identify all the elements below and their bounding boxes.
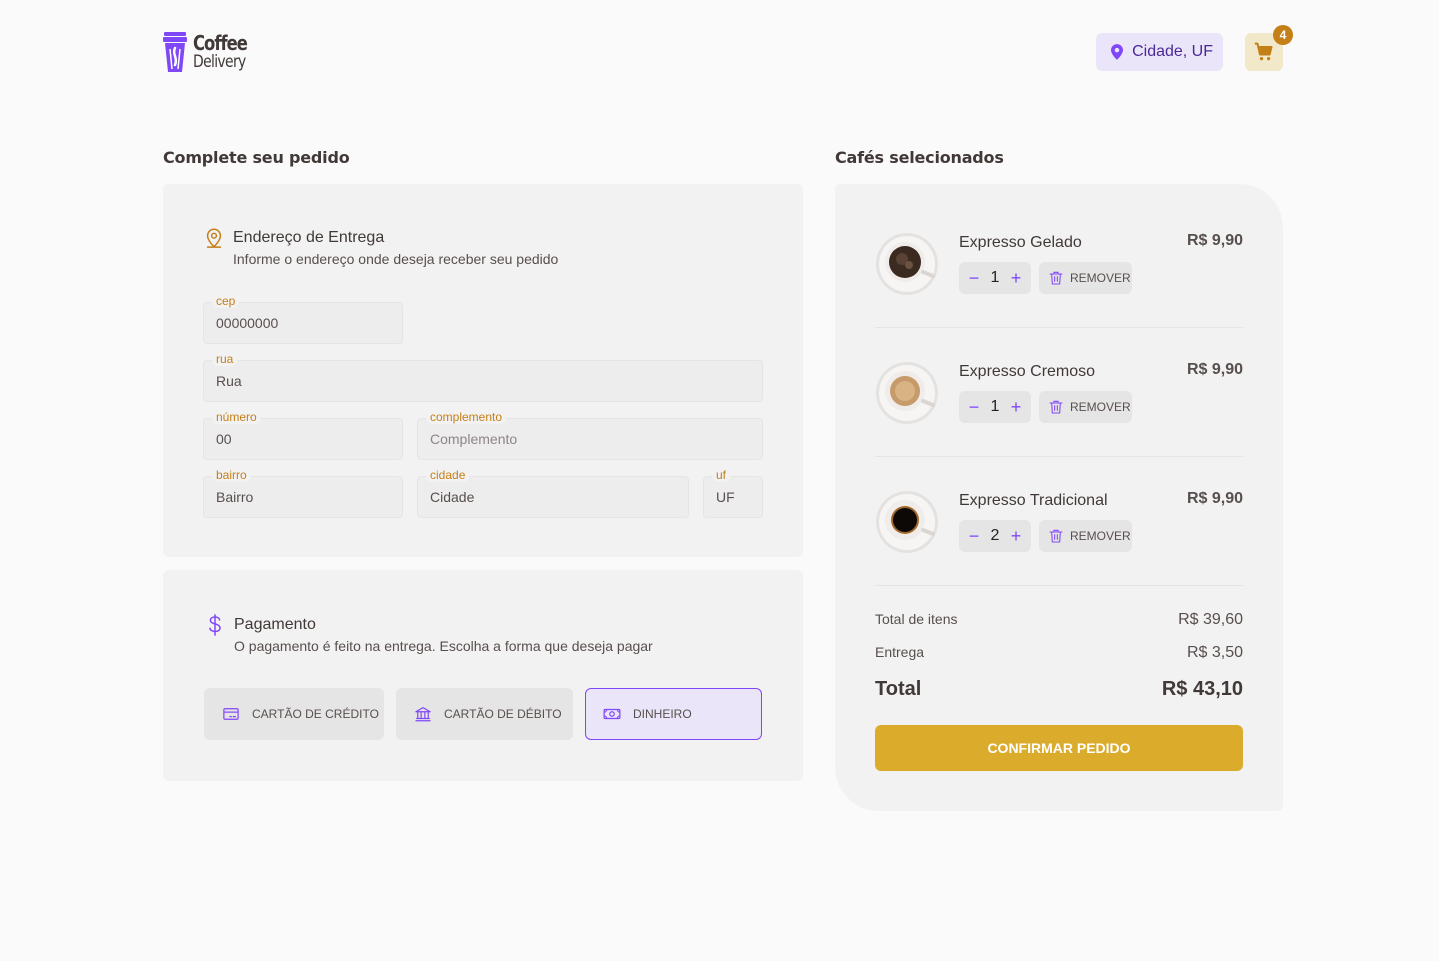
divider <box>875 585 1243 586</box>
payment-option-cash[interactable]: DINHEIRO <box>585 688 762 740</box>
address-title: Endereço de Entrega <box>233 229 385 246</box>
delivery-label: Entrega <box>875 644 925 660</box>
uf-field: uf <box>703 468 763 518</box>
total-row: Total R$ 43,10 <box>875 678 1243 701</box>
total-label: Total <box>875 678 922 700</box>
rua-field: rua <box>203 352 763 402</box>
trash-icon <box>1049 400 1063 414</box>
delivery-value: R$ 3,50 <box>1186 644 1243 661</box>
payment-card: Pagamento O pagamento é feito na entrega… <box>163 570 803 781</box>
delivery-row: Entrega R$ 3,50 <box>875 644 1243 662</box>
quantity-stepper: − 2 + <box>959 520 1031 552</box>
cart-summary-card: Expresso Gelado R$ 9,90 − 1 + REMOVER Ex… <box>835 184 1283 811</box>
confirm-order-button[interactable]: CONFIRMAR PEDIDO <box>875 725 1243 771</box>
quantity-stepper: − 1 + <box>959 391 1031 423</box>
items-total-row: Total de itens R$ 39,60 <box>875 611 1243 629</box>
map-pin-icon <box>1111 44 1124 60</box>
payment-title: Pagamento <box>234 616 316 633</box>
location-text: Cidade, UF <box>1132 43 1213 60</box>
cart-item-price: R$ 9,90 <box>1186 361 1243 378</box>
numero-field: número <box>203 410 403 460</box>
plus-icon[interactable]: + <box>1009 527 1023 545</box>
location-badge[interactable]: Cidade, UF <box>1096 33 1223 71</box>
shopping-cart-icon <box>1254 42 1273 61</box>
cart-count-badge: 4 <box>1273 25 1293 45</box>
cidade-field: cidade <box>417 468 689 518</box>
uf-input[interactable] <box>704 477 762 517</box>
trash-icon <box>1049 529 1063 543</box>
money-icon <box>603 708 621 720</box>
expresso-cremoso-image <box>876 362 938 424</box>
rua-input[interactable] <box>204 361 762 401</box>
dollar-sign-icon <box>209 614 221 636</box>
payment-header: Pagamento O pagamento é feito na entrega… <box>204 614 653 654</box>
order-title: Complete seu pedido <box>163 148 350 167</box>
remove-button[interactable]: REMOVER <box>1039 520 1132 552</box>
minus-icon[interactable]: − <box>967 269 981 287</box>
cart-item-name: Expresso Tradicional <box>959 492 1108 509</box>
payment-option-debit[interactable]: CARTÃO DE DÉBITO <box>396 688 573 740</box>
minus-icon[interactable]: − <box>967 398 981 416</box>
bairro-input[interactable] <box>204 477 402 517</box>
plus-icon[interactable]: + <box>1009 269 1023 287</box>
divider <box>875 456 1243 457</box>
credit-card-icon <box>223 708 239 720</box>
bairro-field: bairro <box>203 468 403 518</box>
remove-button[interactable]: REMOVER <box>1039 262 1132 294</box>
bank-icon <box>415 707 431 722</box>
logo[interactable]: Coffee Delivery <box>163 32 259 72</box>
address-header: Endereço de Entrega Informe o endereço o… <box>203 227 558 267</box>
cart-item: Expresso Tradicional R$ 9,90 − 2 + REMOV… <box>875 490 1243 570</box>
payment-option-cash-label: DINHEIRO <box>633 707 692 721</box>
cart-item-price: R$ 9,90 <box>1186 232 1243 249</box>
brand-line1: Coffee <box>193 31 248 55</box>
brand-line2: Delivery <box>193 52 246 72</box>
map-pin-line-icon <box>206 228 222 248</box>
items-total-label: Total de itens <box>875 611 958 627</box>
remove-button[interactable]: REMOVER <box>1039 391 1132 423</box>
numero-input[interactable] <box>204 419 402 459</box>
expresso-tradicional-image <box>876 491 938 553</box>
expresso-gelado-image <box>876 233 938 295</box>
quantity-stepper: − 1 + <box>959 262 1031 294</box>
complemento-field: complemento <box>417 410 763 460</box>
cart-title: Cafés selecionados <box>835 148 1004 167</box>
payment-subtitle: O pagamento é feito na entrega. Escolha … <box>234 638 653 654</box>
payment-option-credit[interactable]: CARTÃO DE CRÉDITO <box>204 688 384 740</box>
remove-label: REMOVER <box>1070 400 1131 414</box>
trash-icon <box>1049 271 1063 285</box>
payment-option-debit-label: CARTÃO DE DÉBITO <box>444 707 562 721</box>
cart-item: Expresso Cremoso R$ 9,90 − 1 + REMOVER <box>875 361 1243 441</box>
coffee-cup-logo-icon <box>163 32 187 72</box>
cep-field: cep <box>203 294 403 344</box>
cart-item-price: R$ 9,90 <box>1186 490 1243 507</box>
address-card: Endereço de Entrega Informe o endereço o… <box>163 184 803 557</box>
remove-label: REMOVER <box>1070 271 1131 285</box>
remove-label: REMOVER <box>1070 529 1131 543</box>
cep-input[interactable] <box>204 303 402 343</box>
cart-button[interactable]: 4 <box>1245 25 1293 71</box>
minus-icon[interactable]: − <box>967 527 981 545</box>
cart-item-name: Expresso Cremoso <box>959 363 1096 380</box>
address-subtitle: Informe o endereço onde deseja receber s… <box>233 251 559 267</box>
cart-item-name: Expresso Gelado <box>959 234 1082 251</box>
quantity-value: 2 <box>990 527 1000 544</box>
divider <box>875 327 1243 328</box>
cart-item: Expresso Gelado R$ 9,90 − 1 + REMOVER <box>875 232 1243 312</box>
quantity-value: 1 <box>990 398 1000 415</box>
complemento-input[interactable] <box>418 419 762 459</box>
cidade-input[interactable] <box>418 477 688 517</box>
header: Coffee Delivery Cidade, UF 4 <box>163 25 1293 72</box>
quantity-value: 1 <box>990 269 1000 286</box>
items-total-value: R$ 39,60 <box>1178 611 1243 628</box>
plus-icon[interactable]: + <box>1009 398 1023 416</box>
total-value: R$ 43,10 <box>1161 678 1243 700</box>
payment-option-credit-label: CARTÃO DE CRÉDITO <box>252 707 379 721</box>
